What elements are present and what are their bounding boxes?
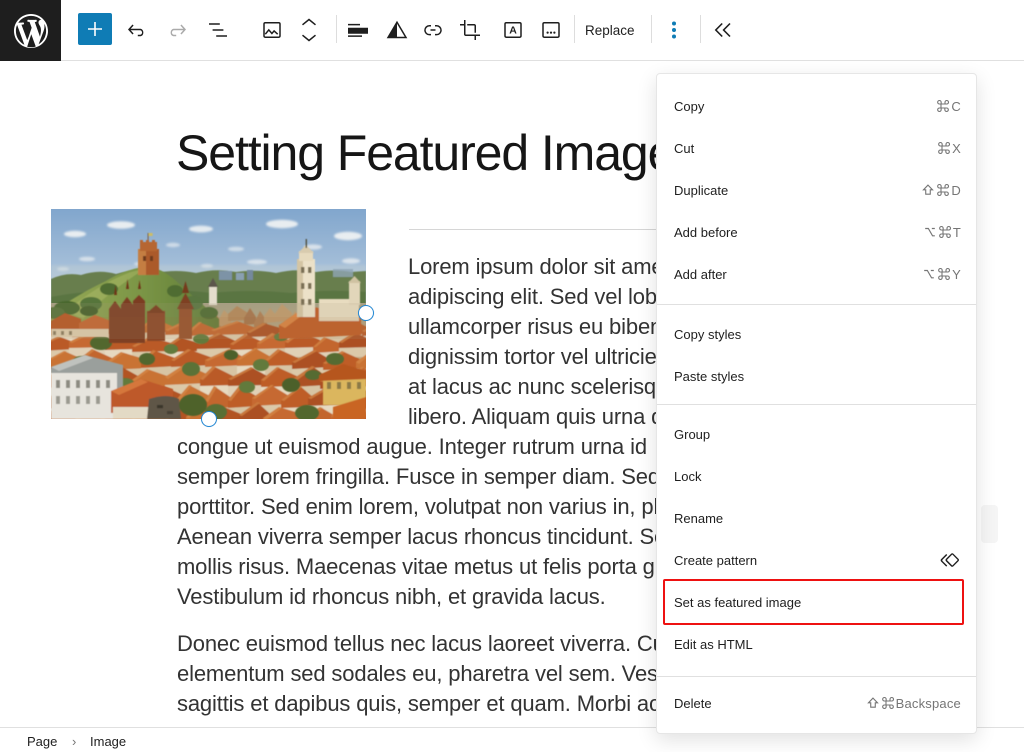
svg-text:A: A [509, 25, 517, 37]
